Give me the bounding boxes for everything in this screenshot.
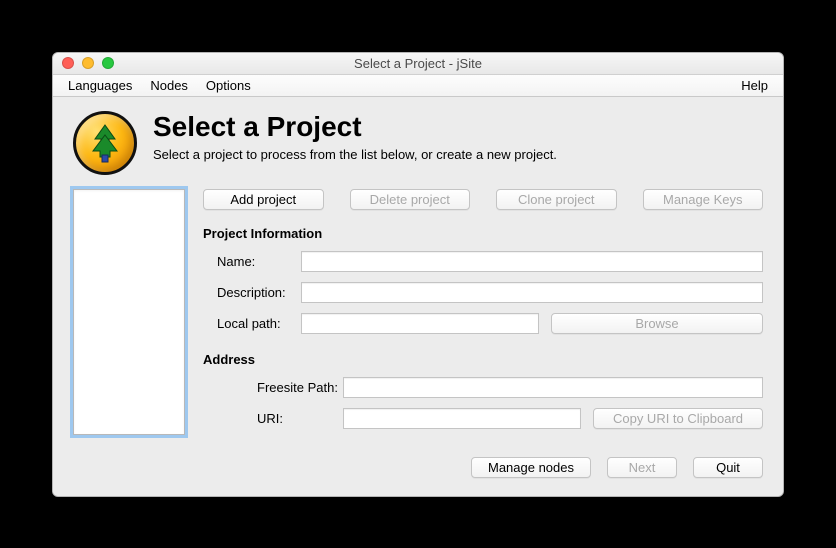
- page-subtitle: Select a project to process from the lis…: [153, 147, 557, 162]
- titlebar: Select a Project - jSite: [53, 53, 783, 75]
- localpath-label: Local path:: [203, 316, 301, 331]
- address-heading: Address: [203, 352, 763, 367]
- freesite-field[interactable]: [343, 377, 763, 398]
- next-button: Next: [607, 457, 677, 478]
- content-area: Select a Project Select a project to pro…: [53, 97, 783, 496]
- app-icon: [73, 111, 137, 175]
- menu-help[interactable]: Help: [732, 76, 777, 95]
- manage-nodes-button[interactable]: Manage nodes: [471, 457, 591, 478]
- project-list[interactable]: [73, 189, 185, 435]
- header: Select a Project Select a project to pro…: [73, 111, 763, 175]
- zoom-icon[interactable]: [102, 57, 114, 69]
- menu-options[interactable]: Options: [197, 76, 260, 95]
- menubar: Languages Nodes Options Help: [53, 75, 783, 97]
- project-buttons: Add project Delete project Clone project…: [203, 189, 763, 210]
- uri-label: URI:: [203, 411, 343, 426]
- footer-buttons: Manage nodes Next Quit: [73, 457, 763, 478]
- name-label: Name:: [203, 254, 301, 269]
- close-icon[interactable]: [62, 57, 74, 69]
- delete-project-button: Delete project: [350, 189, 471, 210]
- right-panel: Add project Delete project Clone project…: [203, 189, 763, 439]
- header-text: Select a Project Select a project to pro…: [153, 111, 557, 162]
- description-label: Description:: [203, 285, 301, 300]
- menu-languages[interactable]: Languages: [59, 76, 141, 95]
- name-field[interactable]: [301, 251, 763, 272]
- clone-project-button: Clone project: [496, 189, 617, 210]
- window-title: Select a Project - jSite: [53, 56, 783, 71]
- page-title: Select a Project: [153, 111, 557, 143]
- minimize-icon[interactable]: [82, 57, 94, 69]
- main-window: Select a Project - jSite Languages Nodes…: [52, 52, 784, 497]
- uri-field[interactable]: [343, 408, 581, 429]
- description-field[interactable]: [301, 282, 763, 303]
- manage-keys-button: Manage Keys: [643, 189, 764, 210]
- add-project-button[interactable]: Add project: [203, 189, 324, 210]
- copy-uri-button: Copy URI to Clipboard: [593, 408, 763, 429]
- menu-nodes[interactable]: Nodes: [141, 76, 197, 95]
- quit-button[interactable]: Quit: [693, 457, 763, 478]
- browse-button: Browse: [551, 313, 763, 334]
- freesite-label: Freesite Path:: [203, 380, 343, 395]
- project-info-heading: Project Information: [203, 226, 763, 241]
- localpath-field[interactable]: [301, 313, 539, 334]
- window-controls: [53, 57, 114, 69]
